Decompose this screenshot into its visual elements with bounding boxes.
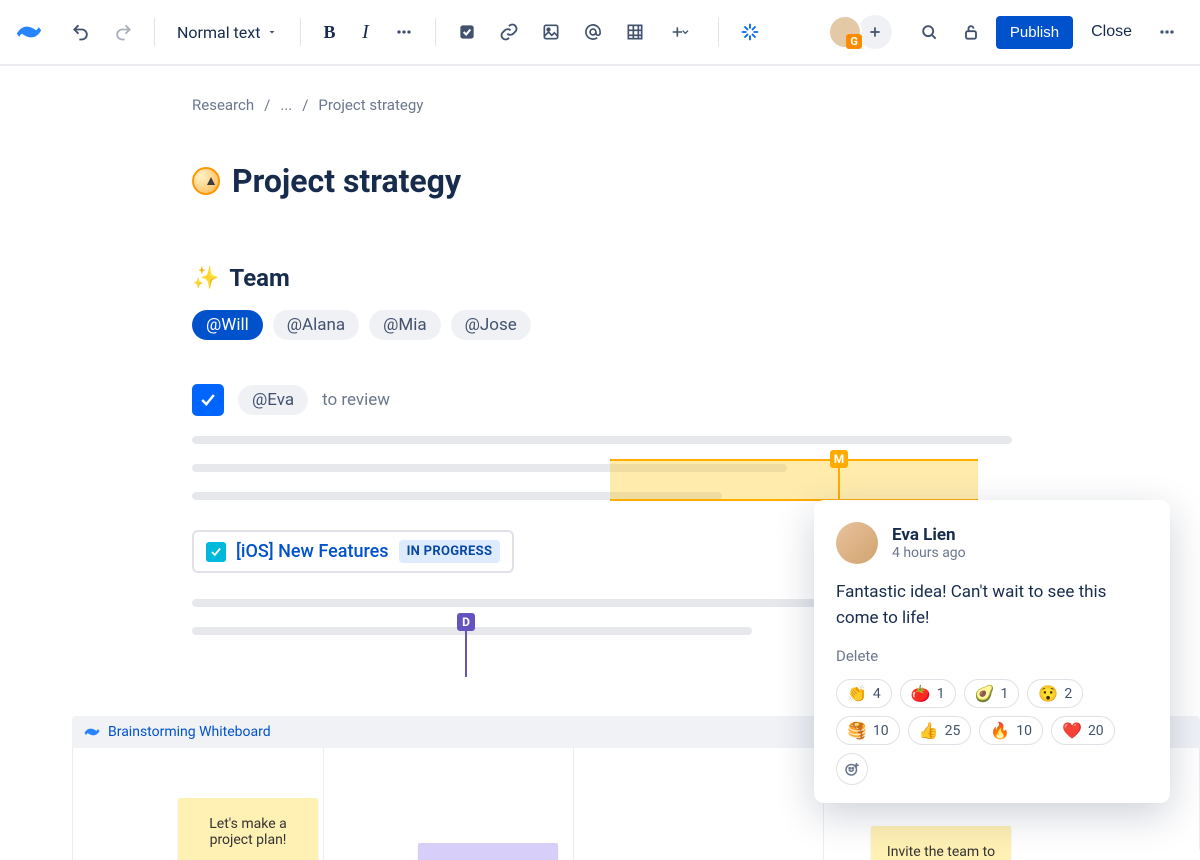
whiteboard-title: Brainstorming Whiteboard	[108, 724, 271, 740]
team-heading: Team	[229, 264, 289, 292]
avatar-badge: G	[846, 34, 862, 49]
reaction-chip[interactable]: 🥞10	[836, 716, 900, 745]
confluence-mini-icon	[84, 724, 100, 740]
add-collaborator-button[interactable]	[858, 15, 892, 49]
comment-marker-m[interactable]: M	[830, 450, 848, 468]
comment-popover: Eva Lien 4 hours ago Fantastic idea! Can…	[814, 500, 1170, 803]
comment-author-avatar[interactable]	[836, 522, 878, 564]
task-checkbox[interactable]	[192, 384, 224, 416]
sparkles-emoji-icon: ✨	[192, 266, 219, 291]
mention-chip[interactable]: @Alana	[273, 310, 359, 340]
reaction-chip[interactable]: ❤️20	[1051, 716, 1115, 745]
text-style-select[interactable]: Normal text	[169, 23, 286, 42]
reaction-list: 👏4 🍅1 🥑1😯2 🥞10 👍25🔥10 ❤️20	[836, 679, 1148, 785]
editor-toolbar: Normal text B I G Publish Close	[0, 0, 1200, 66]
restrictions-button[interactable]	[954, 15, 988, 49]
comment-body: Fantastic idea! Can't wait to see this c…	[836, 580, 1148, 631]
comment-delete-button[interactable]: Delete	[836, 647, 878, 665]
insert-menu-button[interactable]	[660, 15, 704, 49]
reaction-chip[interactable]: 🍅1	[900, 679, 956, 708]
search-button[interactable]	[912, 15, 946, 49]
reaction-chip[interactable]: 👍25	[908, 716, 972, 745]
mention-chip[interactable]: @Will	[192, 310, 263, 340]
separator	[154, 18, 155, 46]
mention-chip[interactable]: @Mia	[369, 310, 441, 340]
issue-title: [iOS] New Features	[236, 541, 389, 562]
jira-issue-chip[interactable]: [iOS] New Features IN PROGRESS	[192, 530, 514, 573]
comment-author-name: Eva Lien	[892, 525, 966, 545]
reaction-chip[interactable]: 🥑1	[964, 679, 1020, 708]
breadcrumb-ellipsis[interactable]: ...	[280, 96, 292, 114]
comment-marker-d[interactable]: D	[457, 613, 475, 631]
reaction-chip[interactable]: 😯2	[1027, 679, 1083, 708]
reaction-chip[interactable]: 👏4	[836, 679, 892, 708]
link-button[interactable]	[492, 15, 526, 49]
comment-timestamp: 4 hours ago	[892, 545, 966, 561]
mention-chip[interactable]: @Jose	[451, 310, 531, 340]
separator	[435, 18, 436, 46]
undo-button[interactable]	[64, 15, 98, 49]
action-item-button[interactable]	[450, 15, 484, 49]
sticky-note[interactable]: Invite the team to a group call	[871, 826, 1011, 860]
table-button[interactable]	[618, 15, 652, 49]
italic-button[interactable]: I	[351, 21, 379, 44]
chevron-down-icon	[266, 26, 278, 38]
sticky-note[interactable]: Let's make a project plan!	[178, 798, 318, 860]
more-formatting-button[interactable]	[387, 15, 421, 49]
breadcrumb: Research / ... / Project strategy	[192, 96, 1012, 114]
placeholder-lines: M	[192, 436, 1012, 500]
publish-button[interactable]: Publish	[996, 16, 1073, 49]
reaction-chip[interactable]: 🔥10	[979, 716, 1043, 745]
text-style-label: Normal text	[177, 23, 260, 42]
presence-avatars: G	[828, 15, 892, 49]
issue-checkbox-icon	[206, 542, 226, 562]
mention-list: @Will @Alana @Mia @Jose	[192, 310, 1012, 340]
add-reaction-button[interactable]	[836, 753, 868, 785]
overflow-menu-button[interactable]	[1150, 15, 1184, 49]
mention-eva[interactable]: @Eva	[238, 385, 308, 415]
separator	[300, 18, 301, 46]
page-title[interactable]: Project strategy	[232, 162, 461, 200]
breadcrumb-current: Project strategy	[318, 96, 423, 114]
user-avatar[interactable]: G	[828, 15, 862, 49]
confluence-logo-icon	[16, 19, 42, 45]
status-lozenge: IN PROGRESS	[399, 540, 501, 563]
task-note: to review	[322, 390, 390, 410]
redo-button[interactable]	[106, 15, 140, 49]
sticky-note[interactable]: Make sure to share with sales before the…	[418, 843, 558, 860]
close-button[interactable]: Close	[1081, 17, 1142, 47]
mention-button[interactable]	[576, 15, 610, 49]
image-button[interactable]	[534, 15, 568, 49]
breadcrumb-root[interactable]: Research	[192, 96, 254, 114]
separator	[718, 18, 719, 46]
highlight-selection	[610, 459, 978, 501]
compass-emoji-icon[interactable]	[192, 167, 220, 195]
bold-button[interactable]: B	[315, 22, 343, 43]
ai-button[interactable]	[733, 15, 767, 49]
